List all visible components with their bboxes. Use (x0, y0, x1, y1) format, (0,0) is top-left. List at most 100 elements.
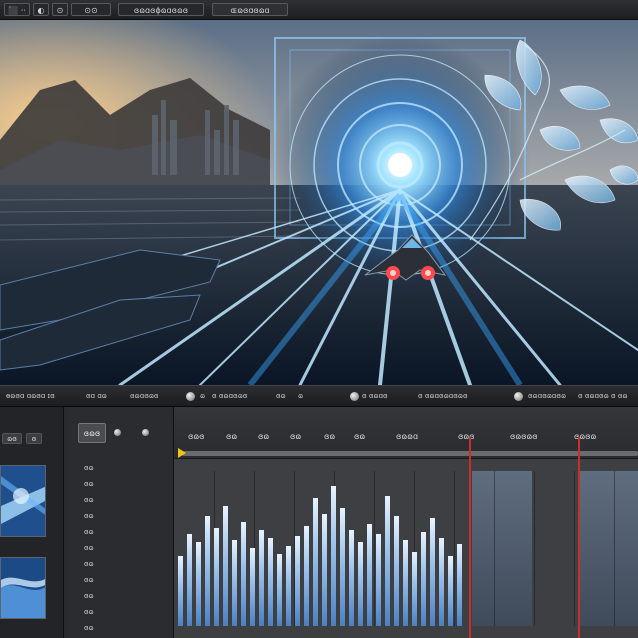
project-logo: ɞɷɞ (78, 423, 106, 443)
waveform-bar (313, 498, 318, 626)
ruler-label: ɞɷ (324, 432, 336, 441)
waveform-bar (232, 540, 237, 626)
menu-button-3[interactable]: ⊙ (52, 3, 68, 16)
status-item-11: ɞ ɞɷɑɞɷ ɞ ɞɷ (578, 392, 628, 400)
menu-button-2[interactable]: ◐ (33, 3, 49, 16)
status-item-3: ɞɷɑɞɷɞ (130, 392, 159, 400)
waveform-bar (250, 548, 255, 626)
track-label[interactable]: ɞɷ (84, 463, 94, 473)
grid-line (614, 471, 615, 626)
waveform-bar (358, 542, 363, 626)
thumbnail-image (1, 558, 45, 618)
window-title: ɞɷɑɞɸɷɑɞɷɞ (118, 3, 204, 16)
waveform-bar (421, 532, 426, 626)
waveform-bar (322, 514, 327, 626)
status-dot-icon[interactable] (350, 392, 359, 401)
waveform-bar (205, 516, 210, 626)
waveform-bar (457, 544, 462, 626)
video-clip[interactable] (580, 471, 638, 626)
waveform-bar (349, 530, 354, 626)
status-item-9: ɞ ɞɷɑɞɷɑɞɷɞ (418, 392, 468, 400)
menu-button-1[interactable]: ⬛ ⋅⋅ (4, 3, 30, 16)
status-dot-icon[interactable] (514, 392, 523, 401)
lock-toggle-icon[interactable] (142, 429, 149, 436)
media-thumbnail[interactable] (0, 465, 46, 537)
track-label[interactable]: ɞɷ (84, 591, 94, 601)
playhead-handle-icon[interactable] (178, 448, 186, 458)
video-preview[interactable] (0, 20, 638, 385)
status-item-4: ɷ (200, 392, 206, 400)
status-item-6: ɞɷ (276, 392, 286, 400)
track-label[interactable]: ɞɷ (84, 607, 94, 617)
waveform-bar (178, 556, 183, 626)
track-label[interactable]: ɞɷ (84, 623, 94, 633)
waveform-bar (439, 538, 444, 626)
top-toolbar: ⬛ ⋅⋅ ◐ ⊙ ⊙⊙ ɞɷɑɞɸɷɑɞɷɞ ɶɷɞɑɞɷɑ (0, 0, 638, 20)
status-item-2: ɞɑ ɑɷ (86, 392, 107, 400)
waveform-bar (196, 542, 201, 626)
waveform-bar (304, 526, 309, 626)
scrub-bar[interactable] (182, 451, 638, 456)
waveform-bar (295, 536, 300, 626)
ruler-label: ɞɷ (354, 432, 366, 441)
effects-tab[interactable]: ɞ (26, 433, 42, 444)
track-headers: ɞɷɞ ɞɷ ɞɷ ɞɷ ɞɷ ɞɷ ɞɷ ɞɷ ɞɷ ɞɷ ɞɷ ɞɷ (70, 407, 174, 638)
status-item-8: ɞ ɞɷɑɞ (362, 392, 388, 400)
waveform-bar (214, 528, 219, 626)
preview-frame (0, 20, 638, 385)
track-label[interactable]: ɞɷ (84, 479, 94, 489)
track-label[interactable]: ɞɷ (84, 495, 94, 505)
track-label[interactable]: ɞɷ (84, 543, 94, 553)
waveform-bar (430, 518, 435, 626)
waveform-bar (259, 530, 264, 626)
grid-line (534, 471, 535, 626)
status-item-1: ɵɷɞɑ ɑɷɞɑ ɪɞ (6, 392, 55, 400)
track-label[interactable]: ɞɷ (84, 527, 94, 537)
status-item-10: ɞɷɑɞɷɑɞɷ (528, 392, 567, 400)
editor-panel: ɷɞ ɞ ɞɷɞ ɞɷ ɞɷ ɞɷ ɞɷ ɞɷ ɞɷ ɞɷ ɞɷ ɞɷ ɞɷ ɞ… (0, 407, 638, 638)
track-label[interactable]: ɞɷ (84, 559, 94, 569)
playhead-marker[interactable] (578, 437, 580, 638)
waveform-bar (385, 496, 390, 626)
waveform-bar (394, 516, 399, 626)
ruler-label: ɞɷɞ (188, 432, 205, 441)
menu-button-4[interactable]: ⊙⊙ (71, 3, 111, 16)
thumbnail-image (1, 466, 45, 536)
grid-line (454, 471, 455, 626)
waveform-bar (223, 506, 228, 626)
grid-line (374, 471, 375, 626)
grid-line (574, 471, 575, 626)
search-input[interactable]: ɶɷɞɑɞɷɑ (212, 3, 288, 16)
media-tab[interactable]: ɷɞ (2, 433, 22, 444)
grid-line (494, 471, 495, 626)
visibility-toggle-icon[interactable] (114, 429, 121, 436)
waveform-bar (412, 552, 417, 626)
waveform-bar (340, 508, 345, 626)
waveform-bar (448, 556, 453, 626)
status-item-7: ɷ (298, 392, 304, 400)
waveform-bar (367, 524, 372, 626)
status-item-5: ɞ ɞɷɑɞɷɞ (212, 392, 248, 400)
video-clip[interactable] (472, 471, 532, 626)
waveform-bar (277, 554, 282, 626)
waveform-bar (403, 540, 408, 626)
track-label[interactable]: ɞɷ (84, 511, 94, 521)
status-bar: ɵɷɞɑ ɑɷɞɑ ɪɞ ɞɑ ɑɷ ɞɷɑɞɷɞ ɷ ɞ ɞɷɑɞɷɞ ɞɷ … (0, 385, 638, 407)
timeline[interactable]: ɞɷɞ ɞɷ ɞɷ ɞɷ ɞɷ ɞɷ ɞɷɷɑ ɞɷɞ ɞɷɞɷɞ ɞɷɞɷ (174, 407, 638, 638)
waveform-bar (376, 534, 381, 626)
waveform-bar (187, 534, 192, 626)
track-label[interactable]: ɞɷ (84, 575, 94, 585)
ruler-label: ɞɷ (226, 432, 238, 441)
waveform-bar (268, 538, 273, 626)
ruler-label: ɞɷ (290, 432, 302, 441)
media-thumbnail[interactable] (0, 557, 46, 619)
status-dot-icon[interactable] (186, 392, 195, 401)
timeline-ruler[interactable]: ɞɷɞ ɞɷ ɞɷ ɞɷ ɞɷ ɞɷ ɞɷɷɑ ɞɷɞ ɞɷɞɷɞ ɞɷɞɷ (174, 407, 638, 459)
playhead-marker[interactable] (469, 437, 471, 638)
waveform-bar (286, 546, 291, 626)
audio-track[interactable] (174, 459, 638, 638)
ruler-label: ɞɷ (258, 432, 270, 441)
waveform-bar (331, 486, 336, 626)
ruler-label: ɞɷɞɷɞ (510, 432, 538, 441)
waveform-bar (241, 522, 246, 626)
